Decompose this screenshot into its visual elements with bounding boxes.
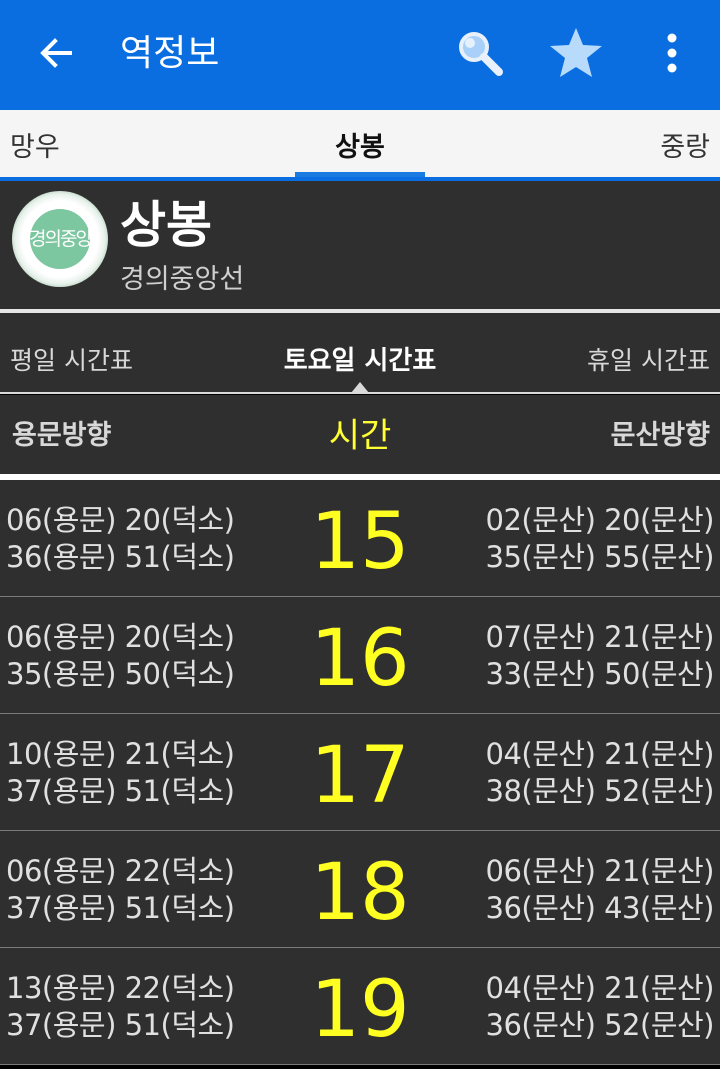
arrow-left-icon xyxy=(36,33,76,77)
table-row: 10(용문) 21(덕소) 37(용문) 51(덕소) 17 04(문산) 21… xyxy=(0,714,720,831)
favorite-button[interactable] xyxy=(540,0,612,110)
tab-holiday-timetable[interactable]: 휴일 시간표 xyxy=(587,313,710,393)
header-direction-right: 문산방향 xyxy=(610,420,710,451)
table-row: 06(용문) 20(덕소) 35(용문) 50(덕소) 16 07(문산) 21… xyxy=(0,597,720,714)
search-button[interactable] xyxy=(444,0,516,110)
hour-label: 16 xyxy=(310,614,410,704)
left-times-line-1: 10(용문) 21(덕소) xyxy=(6,737,235,771)
right-times-line-2: 35(문산) 55(문산) xyxy=(485,540,715,574)
tab-saturday-timetable[interactable]: 토요일 시간표 xyxy=(220,313,500,393)
day-tabs: 평일 시간표 토요일 시간표 휴일 시간표 xyxy=(0,313,720,394)
line-badge-label: 경의중앙 xyxy=(29,228,93,250)
more-options-button[interactable] xyxy=(640,0,704,110)
hour-label: 15 xyxy=(310,497,410,587)
hour-label: 19 xyxy=(310,965,410,1055)
left-times-line-2: 37(용문) 51(덕소) xyxy=(6,891,235,925)
tab-current-station[interactable]: 상봉 xyxy=(295,110,425,178)
right-times-line-2: 38(문산) 52(문산) xyxy=(485,774,715,808)
more-vertical-icon xyxy=(666,33,678,77)
line-badge-icon: 경의중앙 xyxy=(12,191,108,287)
left-times-line-2: 36(용문) 51(덕소) xyxy=(6,540,235,574)
left-times-line-1: 13(용문) 22(덕소) xyxy=(6,971,235,1005)
day-tabs-baseline xyxy=(0,392,720,394)
left-times-line-1: 06(용문) 20(덕소) xyxy=(6,620,235,654)
right-times-line-2: 36(문산) 52(문산) xyxy=(485,1008,715,1042)
tab-prev-station[interactable]: 망우 xyxy=(10,110,60,178)
table-row: 06(용문) 22(덕소) 37(용문) 51(덕소) 18 06(문산) 21… xyxy=(0,831,720,948)
station-tabs: 망우 상봉 중랑 xyxy=(0,110,720,178)
station-info-screen: 역정보 망우 상봉 중랑 경의중앙 상봉 경의중앙선 평일 시간표 토요일 시간… xyxy=(0,0,720,1069)
right-times-line-2: 36(문산) 43(문산) xyxy=(485,891,715,925)
hour-label: 17 xyxy=(310,731,410,821)
back-button[interactable] xyxy=(20,0,92,110)
left-times-line-1: 06(용문) 22(덕소) xyxy=(6,854,235,888)
right-times-line-1: 04(문산) 21(문산) xyxy=(485,971,715,1005)
hour-label: 18 xyxy=(310,848,410,938)
page-title: 역정보 xyxy=(120,33,220,74)
line-name: 경의중앙선 xyxy=(120,264,245,295)
search-icon xyxy=(455,28,505,82)
right-times-line-2: 33(문산) 50(문산) xyxy=(485,657,715,691)
right-times-line-1: 04(문산) 21(문산) xyxy=(485,737,715,771)
timetable-list[interactable]: 06(용문) 20(덕소) 36(용문) 51(덕소) 15 02(문산) 20… xyxy=(0,480,720,1065)
left-times-line-2: 37(용문) 51(덕소) xyxy=(6,1008,235,1042)
right-times-line-1: 07(문산) 21(문산) xyxy=(485,620,715,654)
station-header: 경의중앙 상봉 경의중앙선 xyxy=(0,181,720,309)
header-direction-left: 용문방향 xyxy=(12,420,112,451)
left-times-line-2: 35(용문) 50(덕소) xyxy=(6,657,235,691)
app-bar: 역정보 xyxy=(0,0,720,110)
table-row: 06(용문) 20(덕소) 36(용문) 51(덕소) 15 02(문산) 20… xyxy=(0,480,720,597)
header-time: 시간 xyxy=(328,416,392,456)
left-times-line-2: 37(용문) 51(덕소) xyxy=(6,774,235,808)
station-name: 상봉 xyxy=(120,196,212,254)
right-times-line-1: 06(문산) 21(문산) xyxy=(485,854,715,888)
tab-next-station[interactable]: 중랑 xyxy=(660,110,710,178)
star-icon xyxy=(548,26,604,84)
timetable-header: 용문방향 시간 문산방향 xyxy=(0,395,720,474)
table-row: 13(용문) 22(덕소) 37(용문) 51(덕소) 19 04(문산) 21… xyxy=(0,948,720,1065)
right-times-line-1: 02(문산) 20(문산) xyxy=(485,503,715,537)
left-times-line-1: 06(용문) 20(덕소) xyxy=(6,503,235,537)
tab-weekday-timetable[interactable]: 평일 시간표 xyxy=(10,313,133,393)
